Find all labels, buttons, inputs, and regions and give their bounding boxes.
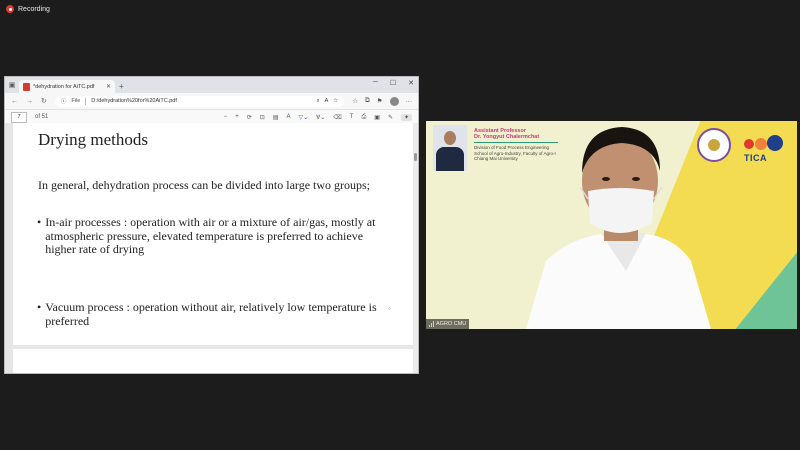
annotation-dot: ◦ bbox=[388, 304, 391, 313]
erase-icon[interactable]: ⌫ bbox=[333, 114, 341, 121]
bullet-item: • In-air processes : operation with air … bbox=[37, 215, 377, 257]
pdf-page: Drying methods In general, dehydration p… bbox=[13, 123, 413, 345]
zoom-out-icon[interactable]: − bbox=[224, 114, 228, 120]
video-tile: Assistant Professor Dr. Yongyut Chalermc… bbox=[426, 121, 797, 329]
slide-title: Drying methods bbox=[38, 130, 149, 149]
bullet-item: • Vacuum process : operation without air… bbox=[37, 300, 377, 328]
maximize-icon[interactable]: ☐ bbox=[390, 79, 396, 87]
pin-icon[interactable]: ✦ bbox=[400, 113, 412, 121]
recording-indicator: Recording bbox=[6, 5, 50, 13]
signal-icon bbox=[429, 321, 434, 327]
rotate-icon[interactable]: ⟳ bbox=[247, 114, 252, 121]
draw-icon[interactable]: ▽⌄ bbox=[299, 114, 309, 121]
url-field[interactable]: ⓘ File D:/dehydration%20for%20AiTC.pdf ⌕… bbox=[54, 95, 345, 107]
back-icon[interactable]: ← bbox=[11, 98, 18, 105]
forward-icon[interactable]: → bbox=[26, 98, 33, 105]
save-as-icon[interactable]: ✎ bbox=[388, 114, 393, 121]
read-aloud-icon[interactable]: A bbox=[325, 98, 329, 104]
slide-intro: In general, dehydration process can be d… bbox=[38, 178, 371, 192]
tab-actions-icon[interactable]: ▣ bbox=[5, 77, 19, 93]
refresh-icon[interactable]: ↻ bbox=[41, 97, 47, 105]
pdf-icon bbox=[23, 82, 30, 91]
vertical-scrollbar[interactable] bbox=[413, 123, 418, 373]
url-divider bbox=[85, 97, 87, 105]
browser-window: ▣ *dehydration for AiTC.pdf ✕ + ─ ☐ ✕ ← … bbox=[4, 76, 419, 374]
minimize-icon[interactable]: ─ bbox=[373, 79, 378, 87]
read-aloud-pdf-icon[interactable]: A bbox=[286, 114, 290, 120]
page-number-input[interactable]: 7 bbox=[11, 111, 27, 123]
bullet-dot: • bbox=[37, 300, 42, 314]
window-close-icon[interactable]: ✕ bbox=[408, 79, 414, 87]
tica-logo-text: TICA bbox=[744, 153, 767, 163]
zoom-icon[interactable]: ⌕ bbox=[316, 98, 319, 105]
url-scheme: File bbox=[71, 98, 81, 104]
bullet-text: In-air processes : operation with air or… bbox=[45, 215, 376, 256]
zoom-in-icon[interactable]: + bbox=[235, 114, 239, 120]
info-icon: ⓘ bbox=[60, 99, 67, 105]
record-icon bbox=[6, 5, 14, 13]
print-icon[interactable]: ⎙ bbox=[361, 114, 366, 121]
extensions-icon[interactable]: ⚑ bbox=[377, 97, 383, 105]
save-icon[interactable]: ▣ bbox=[374, 114, 380, 121]
more-icon[interactable]: ··· bbox=[406, 98, 413, 105]
collections-icon[interactable]: ⧉ bbox=[365, 97, 370, 105]
pdf-next-page bbox=[13, 349, 413, 373]
close-icon[interactable]: ✕ bbox=[106, 83, 111, 90]
page-total: of 51 bbox=[35, 114, 49, 120]
bullet-text: Vacuum process : operation without air, … bbox=[45, 300, 377, 328]
tab-title: *dehydration for AiTC.pdf bbox=[33, 83, 95, 90]
window-controls: ─ ☐ ✕ bbox=[373, 79, 414, 87]
participant-name-tag: AGRO CMU bbox=[426, 319, 470, 329]
favorite-icon[interactable]: ☆ bbox=[333, 98, 338, 104]
address-bar: ← → ↻ ⓘ File D:/dehydration%20for%20AiTC… bbox=[5, 93, 418, 110]
tab-bar: ▣ *dehydration for AiTC.pdf ✕ + ─ ☐ ✕ bbox=[5, 77, 418, 93]
fit-page-icon[interactable]: ⊡ bbox=[260, 114, 265, 121]
speaker-photo bbox=[433, 125, 467, 171]
scroll-thumb[interactable] bbox=[414, 153, 417, 161]
bullet-dot: • bbox=[37, 215, 42, 229]
browser-actions: ☆ ⧉ ⚑ ··· bbox=[352, 96, 413, 106]
highlight-icon[interactable]: ∀⌄ bbox=[316, 114, 325, 121]
recording-label: Recording bbox=[18, 5, 50, 13]
new-tab-icon[interactable]: + bbox=[119, 80, 124, 93]
tica-logo-mark bbox=[744, 135, 783, 151]
presenter-video bbox=[526, 127, 711, 329]
page-view-icon[interactable]: ▤ bbox=[273, 114, 279, 121]
pdf-viewer: Drying methods In general, dehydration p… bbox=[5, 123, 418, 373]
url-text: D:/dehydration%20for%20AiTC.pdf bbox=[91, 98, 177, 104]
participant-name: AGRO CMU bbox=[436, 321, 467, 327]
text-icon[interactable]: T bbox=[350, 114, 354, 120]
profile-avatar[interactable] bbox=[389, 96, 399, 106]
favorites-icon[interactable]: ☆ bbox=[352, 97, 358, 105]
tab-pdf[interactable]: *dehydration for AiTC.pdf ✕ bbox=[19, 80, 115, 93]
